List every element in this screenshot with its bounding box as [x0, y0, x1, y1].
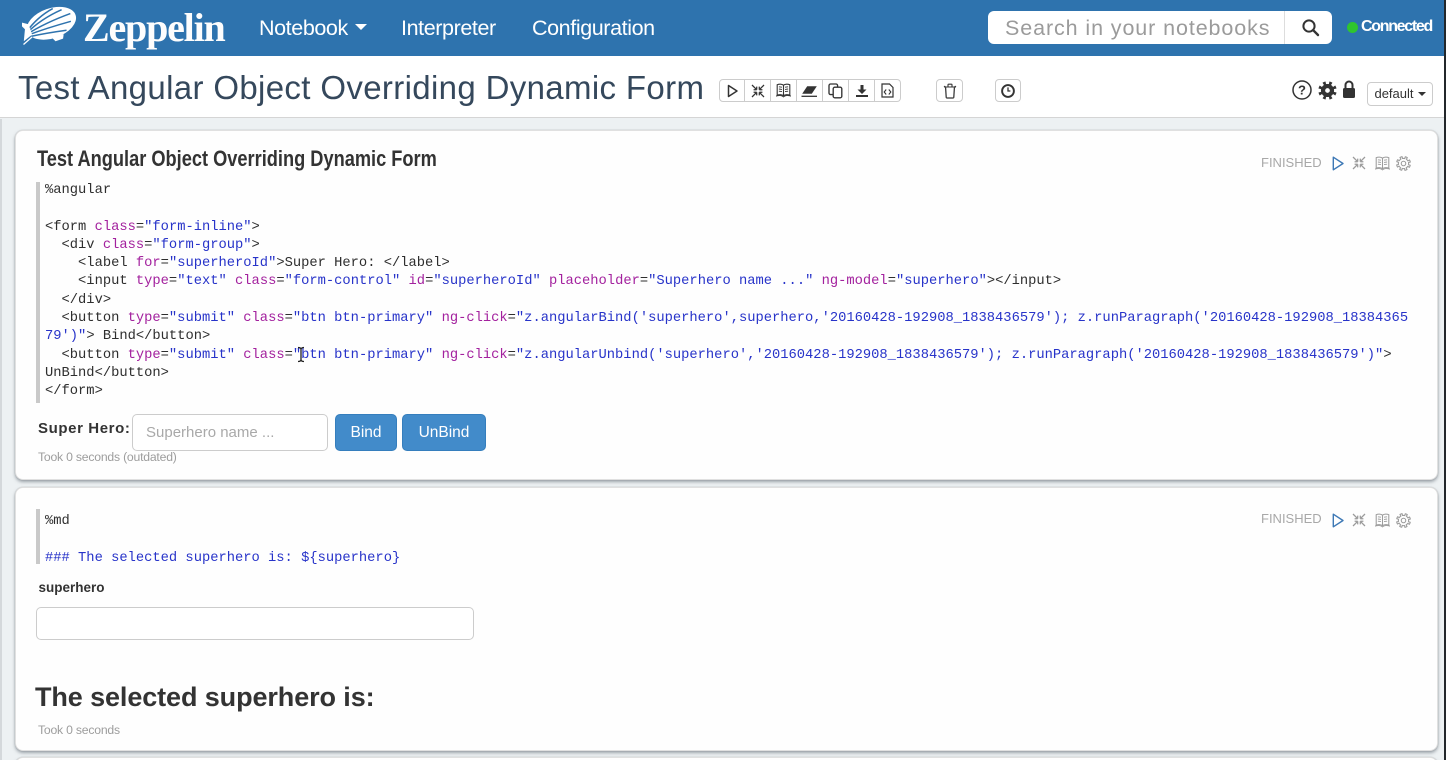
- svg-text:?: ?: [1298, 83, 1306, 98]
